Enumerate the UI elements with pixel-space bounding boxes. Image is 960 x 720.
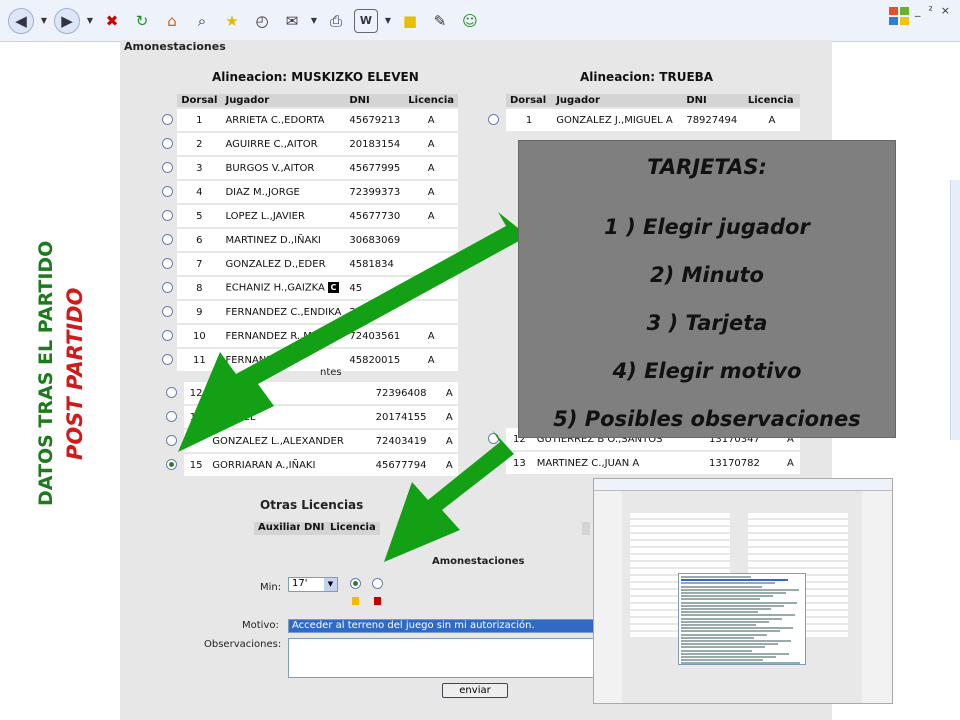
thumbnail-list-line [681,585,762,588]
thumbnail-list-line [681,579,788,582]
thumbnail-row [630,548,730,553]
thumbnail-row [748,513,848,518]
thumbnail-list-line [681,624,756,626]
thumbnail-list-line [681,643,778,646]
thumbnail-list-line [681,617,782,620]
instruction-step: 5) Posibles observaciones [553,407,861,431]
thumbnail-list-line [681,636,754,639]
instruction-step: 1 ) Elegir jugador [604,215,810,239]
thumbnail-dropdown-list [678,573,806,665]
thumbnail-row [630,562,730,567]
thumbnail-row [748,520,848,525]
thumbnail-row [748,555,848,560]
thumbnail-row [748,562,848,567]
thumbnail-row [748,541,848,546]
thumbnail-list-line [681,633,767,636]
instruction-step: 3 ) Tarjeta [646,311,768,335]
thumbnail-list-line [681,601,797,604]
thumbnail-list-line [681,614,795,617]
thumbnail-row [748,548,848,553]
thumbnail-list-line [681,640,791,642]
thumbnail-list-line [681,646,765,649]
thumbnail-list-line [681,576,751,578]
thumbnail-row [630,520,730,525]
thumbnail-list-line [681,604,784,607]
thumbnail-row [630,513,730,518]
thumbnail-toolbar [594,479,892,491]
thumbnail-list-line [681,649,752,652]
thumbnail-list-line [681,582,775,585]
thumbnail-list-line [681,588,799,591]
thumbnail-list-line [681,662,800,665]
thumbnail-list-line [681,627,793,630]
thumbnail-row [748,534,848,539]
thumbnail-list-line [681,652,789,655]
thumbnail-row [630,534,730,539]
thumbnail-list-line [681,630,780,633]
thumbnail-list-line [681,595,773,598]
thumbnail-list-line [681,656,776,658]
thumbnail-list-line [681,598,760,601]
thumbnail-row [630,555,730,560]
thumbnail-list-line [681,592,786,594]
thumbnail-list-line [681,611,758,614]
instruction-step: 4) Elegir motivo [612,359,802,383]
thumbnail-list-line [681,608,771,610]
thumbnail-row [630,541,730,546]
arrow-to-player-icon [178,212,528,452]
thumbnail-row [630,527,730,532]
arrow-to-form-icon [384,430,514,562]
thumbnail-list-line [681,620,769,623]
thumbnail-screenshot [593,478,893,704]
thumbnail-list-line [681,659,763,662]
thumbnail-row [748,527,848,532]
instructions-title: TARJETAS: [647,155,767,179]
instructions-panel: TARJETAS: 1 ) Elegir jugador 2) Minuto 3… [518,140,896,438]
instruction-step: 2) Minuto [650,263,764,287]
